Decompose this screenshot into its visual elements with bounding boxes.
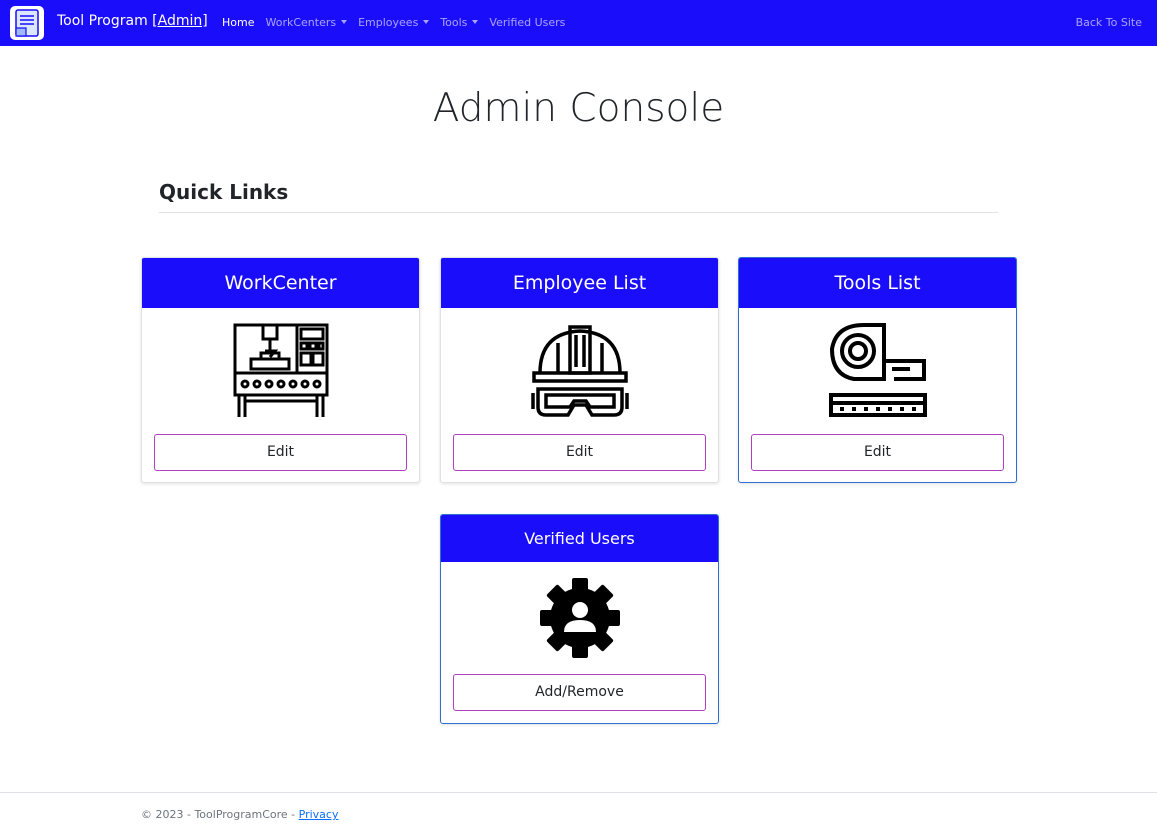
caret-down-icon (472, 20, 479, 24)
nav-employees-label: Employees (358, 16, 419, 29)
employee-list-card: Employee List Edit (440, 257, 719, 483)
section-title: Quick Links (159, 180, 289, 204)
employee-edit-button[interactable]: Edit (453, 434, 706, 471)
card-title: Verified Users (441, 515, 718, 562)
nav-workcenters-label: WorkCenters (265, 16, 337, 29)
nav-verified-users[interactable]: Verified Users (489, 16, 565, 29)
section-divider (159, 212, 998, 213)
workcenter-edit-button[interactable]: Edit (154, 434, 407, 471)
brand-name[interactable]: Tool Program [Admin] (57, 13, 208, 29)
card-title: Employee List (441, 258, 718, 308)
navbar: Tool Program [Admin] Home WorkCenters Em… (0, 0, 1157, 46)
workcenter-card: WorkCenter Edit (141, 257, 420, 483)
caret-down-icon (341, 20, 348, 24)
tools-list-card: Tools List Edit (738, 257, 1017, 483)
footer-copyright: © 2023 - ToolProgramCore - (141, 808, 299, 821)
back-to-site-link[interactable]: Back To Site (1076, 16, 1142, 29)
privacy-link[interactable]: Privacy (299, 808, 339, 821)
page-title: Admin Console (432, 86, 725, 131)
document-logo-icon[interactable] (10, 6, 44, 40)
verified-users-card: Verified Users Add/Remove (440, 514, 719, 724)
footer: © 2023 - ToolProgramCore - Privacy (141, 808, 338, 821)
nav-links: Home WorkCenters Employees Tools Verifie… (222, 16, 576, 29)
brand-title: Tool Program (57, 13, 153, 29)
nav-tools-dropdown[interactable]: Tools (440, 16, 479, 29)
tape-measure-icon (739, 308, 1016, 434)
hard-hat-goggles-icon (441, 308, 718, 434)
nav-home[interactable]: Home (222, 16, 254, 29)
brand-admin-link[interactable]: [Admin] (152, 13, 208, 29)
nav-workcenters-dropdown[interactable]: WorkCenters (265, 16, 348, 29)
cnc-machine-icon (142, 308, 419, 434)
caret-down-icon (423, 20, 430, 24)
tools-edit-button[interactable]: Edit (751, 434, 1004, 471)
user-gear-icon (441, 562, 718, 674)
nav-tools-label: Tools (440, 16, 468, 29)
nav-employees-dropdown[interactable]: Employees (358, 16, 430, 29)
card-title: WorkCenter (142, 258, 419, 308)
card-title: Tools List (739, 258, 1016, 308)
verified-users-add-remove-button[interactable]: Add/Remove (453, 674, 706, 711)
footer-divider (0, 792, 1157, 793)
